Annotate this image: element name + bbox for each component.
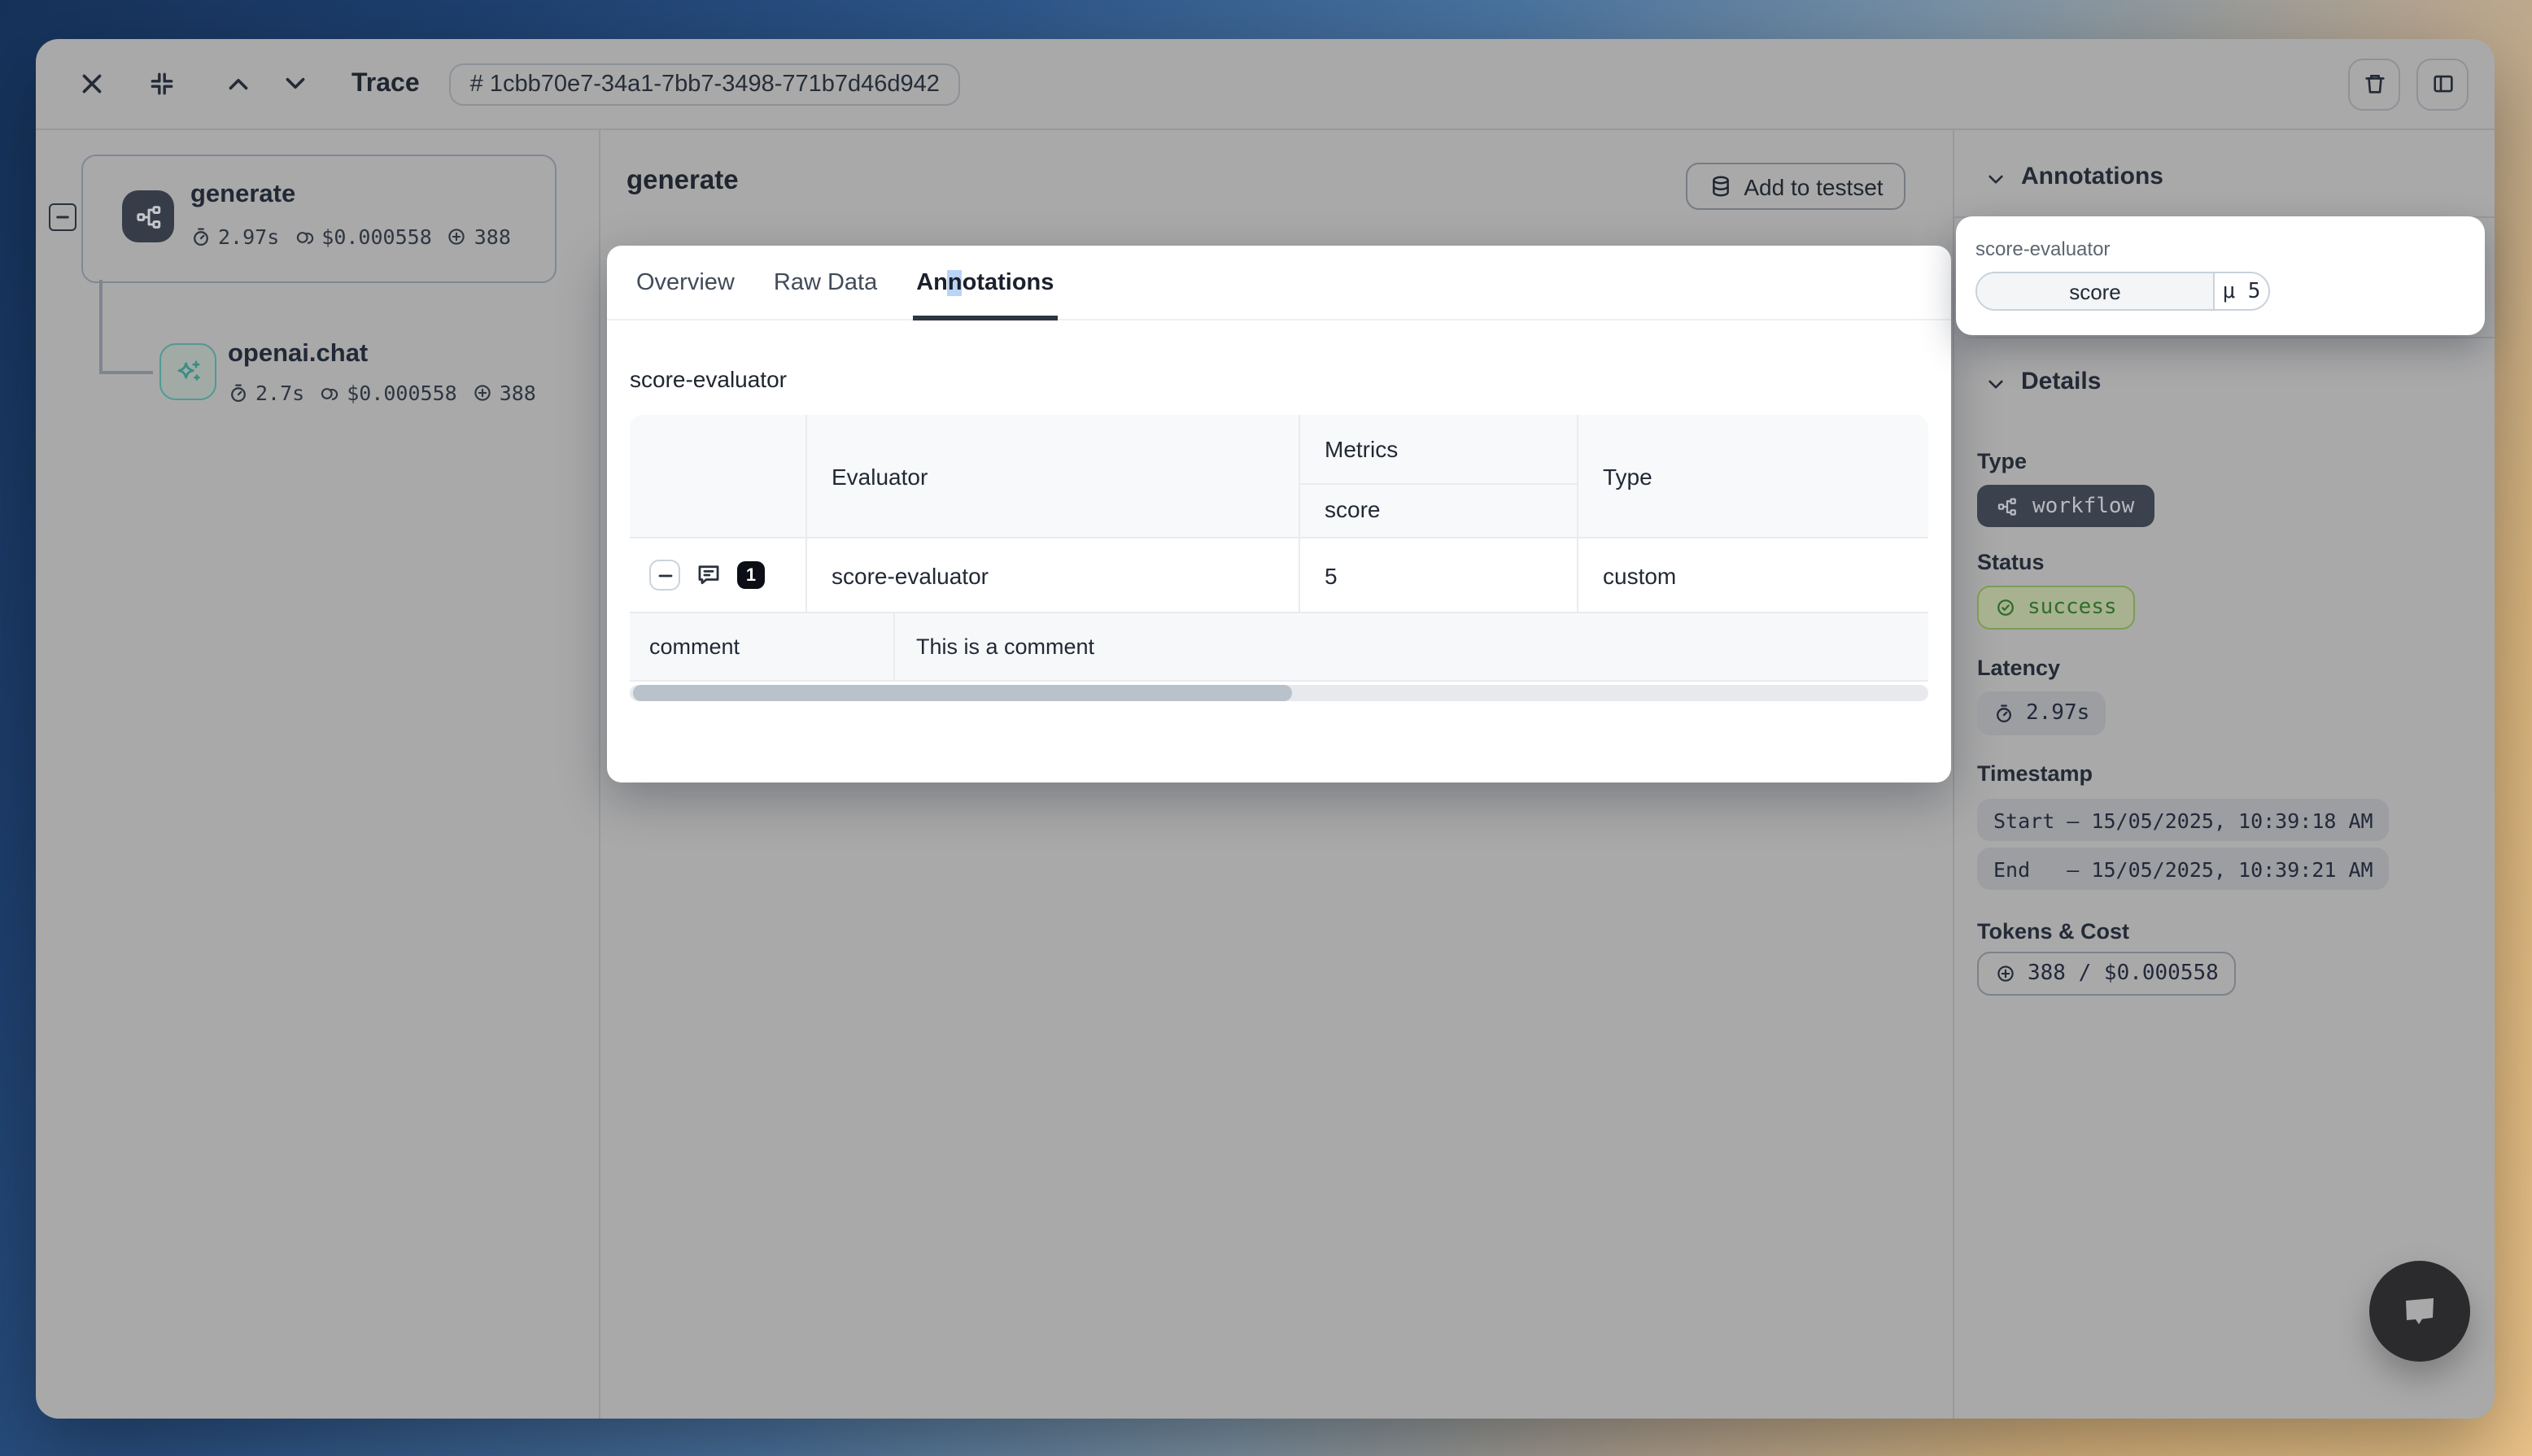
col-type: Type [1603,464,1652,490]
check-circle-icon [1995,597,2016,618]
tree-connector [99,280,102,373]
stopwatch-icon [1993,703,2015,724]
table-row[interactable]: 1 score-evaluator 5 custom [630,538,1928,613]
tokens-icon [1995,963,2016,984]
add-to-testset-button[interactable]: Add to testset [1686,163,1906,210]
toggle-sidebar-button[interactable] [2416,58,2469,110]
chevron-down-icon[interactable] [1985,169,2006,190]
close-icon[interactable] [78,70,106,98]
trace-modal: Trace # 1cbb70e7-34a1-7bb7-3498-771b7d46… [36,39,2495,1419]
annotation-card: score-evaluator score μ 5 [1956,216,2485,335]
tab-bar: Overview Raw Data Annotations [607,246,1951,320]
tokens-icon [447,226,468,247]
tree-collapse-toggle[interactable] [49,203,76,231]
stopwatch-icon [190,226,212,247]
span-title: generate [626,166,739,197]
comment-row: comment This is a comment [630,613,1928,682]
tokens-cost-badge: 388 / $0.000558 [1977,952,2237,996]
annotations-section-header[interactable]: Annotations [2021,163,2163,190]
latency-badge: 2.97s [1977,691,2106,735]
comment-value: This is a comment [916,613,1094,680]
workflow-icon [1997,495,2018,517]
col-evaluator: Evaluator [832,464,928,490]
topbar: Trace # 1cbb70e7-34a1-7bb7-3498-771b7d46… [36,39,2495,130]
tokens-cost-label: Tokens & Cost [1977,919,2129,944]
metric-mean-value: μ 5 [2215,273,2268,309]
scrollbar-thumb[interactable] [633,685,1292,701]
table-header: Evaluator Metrics score Type [630,415,1928,538]
panel-layout-icon [2430,72,2455,96]
trace-id-badge[interactable]: # 1cbb70e7-34a1-7bb7-3498-771b7d46d942 [449,63,961,105]
evaluator-section-title: score-evaluator [630,366,787,392]
chat-launcher-button[interactable] [2369,1261,2470,1362]
stopwatch-icon [228,382,249,403]
coins-icon [319,382,340,403]
tree-node-label: openai.chat [228,340,368,369]
page-title: Trace [351,69,420,98]
cell-evaluator: score-evaluator [832,538,989,612]
latency-label: Latency [1977,656,2060,680]
tree-connector [99,371,153,373]
timestamp-end-badge: End – 15/05/2025, 10:39:21 AM [1977,848,2390,890]
comment-count-badge[interactable]: 1 [737,561,765,589]
col-metric-score: score [1325,496,1380,522]
minus-icon [55,210,70,225]
workflow-icon [122,190,174,242]
details-sidebar: Annotations score-evaluator score μ 5 De… [1954,130,2495,1419]
comment-key: comment [649,613,740,680]
delete-trace-button[interactable] [2348,58,2400,110]
divider [1954,337,2495,338]
text-selection: n [948,269,963,295]
annotation-evaluator-label: score-evaluator [1975,238,2110,260]
minus-icon [657,567,673,583]
timestamp-start-badge: Start – 15/05/2025, 10:39:18 AM [1977,799,2390,841]
chevron-down-icon[interactable] [282,70,309,98]
timestamp-label: Timestamp [1977,761,2093,786]
tab-overview[interactable]: Overview [636,246,735,319]
cell-type: custom [1603,538,1676,612]
chevron-down-icon[interactable] [1985,374,2006,395]
tree-node-stats: 2.7s $0.000558 388 [228,381,536,405]
tab-annotations[interactable]: Annotations [916,246,1054,319]
status-badge: success [1977,586,2135,630]
horizontal-scrollbar [630,685,1928,701]
tree-node-openai-chat[interactable]: openai.chat 2.7s $0.000558 388 [159,343,583,451]
chat-bubble-icon [2395,1287,2444,1336]
annotations-tab-panel: Overview Raw Data Annotations score-eval… [607,246,1951,782]
tree-node-stats: 2.97s $0.000558 388 [190,225,511,249]
coins-icon [294,226,315,247]
cell-score: 5 [1325,538,1338,612]
row-controls: 1 [649,538,765,612]
tree-node-generate[interactable]: generate 2.97s $0.000558 388 [81,155,557,283]
sparkles-icon [159,343,216,400]
trace-tree-panel: generate 2.97s $0.000558 388 openai.chat… [36,130,600,1419]
collapse-row-button[interactable] [649,560,680,591]
col-metrics: Metrics [1325,436,1398,462]
database-icon [1708,174,1732,198]
metric-name: score [1977,273,2215,309]
trace-viewer-screen: Trace # 1cbb70e7-34a1-7bb7-3498-771b7d46… [0,0,2532,1456]
status-label: Status [1977,550,2045,574]
type-badge: workflow [1977,485,2154,527]
tab-raw-data[interactable]: Raw Data [774,246,877,319]
chevron-up-icon[interactable] [225,70,252,98]
minimize-icon[interactable] [148,70,176,98]
details-section-header[interactable]: Details [2021,368,2101,395]
comment-icon[interactable] [695,561,722,589]
evaluator-table: Evaluator Metrics score Type [630,415,1928,682]
type-label: Type [1977,449,2027,473]
trash-icon [2362,72,2386,96]
tokens-icon [472,382,493,403]
tree-node-label: generate [190,181,295,210]
span-detail-panel: generate Add to testset Overview Raw Dat… [600,130,1954,1419]
annotation-metric-pill[interactable]: score μ 5 [1975,272,2270,311]
